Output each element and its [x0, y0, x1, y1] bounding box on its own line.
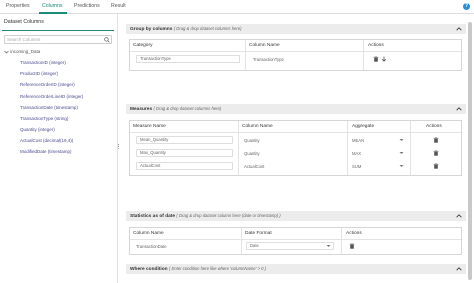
- measures-title: Measures: [130, 107, 153, 112]
- tree-item-transactiontype[interactable]: TransactionType (string): [20, 116, 68, 121]
- tab-predictions[interactable]: Predictions: [74, 3, 100, 9]
- panel-splitter-handle[interactable]: [117, 143, 120, 151]
- group-by-column-name: TransactionType: [253, 57, 284, 62]
- measures-header-actions: Actions: [426, 124, 442, 129]
- stats-table: Column Name Date Format Actions Transact…: [129, 227, 462, 255]
- chevron-up-icon[interactable]: [456, 106, 462, 112]
- group-by-header-actions: Actions: [368, 43, 384, 48]
- group-by-header-column: Column Name: [249, 43, 280, 48]
- search-input[interactable]: Search Columns: [4, 35, 112, 44]
- title-underline: [2, 30, 114, 31]
- top-tab-bar: Properties Columns Predictions Result ?: [0, 0, 474, 14]
- measure-name-input[interactable]: Max_Quantity: [136, 149, 233, 157]
- measures-header-aggregate: Aggregate: [352, 124, 375, 129]
- measure-column-name: ActualCost: [244, 164, 265, 169]
- where-title: Where condition: [130, 267, 168, 272]
- tree-item-referenceorderlineid[interactable]: ReferenceOrderLineID (integer): [20, 94, 83, 99]
- help-icon[interactable]: ?: [463, 3, 470, 10]
- stats-section-header[interactable]: Statistics as of date ( Drag & drop data…: [126, 211, 466, 221]
- tree-item-transactiondate[interactable]: TransactionDate (timestamp): [20, 105, 78, 110]
- caret-down-icon[interactable]: [399, 164, 404, 168]
- stats-hint: ( Drag & drop dataset column here (date …: [176, 213, 281, 218]
- stats-header-format: Date Format: [245, 231, 272, 236]
- tab-result[interactable]: Result: [111, 3, 126, 9]
- aggregate-select[interactable]: MEAN: [352, 138, 364, 143]
- tree-item-actualcost[interactable]: ActualCost (decimal(19,4)): [20, 138, 73, 143]
- dataset-columns-panel: Dataset Columns Search Columns incoming_…: [0, 14, 118, 283]
- where-hint: ( Enter condition here like where 'colum…: [168, 266, 267, 271]
- measure-column-name: Quantity: [244, 151, 260, 156]
- tree-root-label: incoming_Data: [10, 49, 41, 54]
- stats-column-name: TransactionDate: [136, 244, 167, 249]
- trash-icon[interactable]: [433, 137, 439, 143]
- trash-icon[interactable]: [349, 243, 355, 249]
- aggregate-select[interactable]: SUM: [352, 164, 361, 169]
- chevron-up-icon[interactable]: [456, 213, 462, 219]
- tree-item-quantity[interactable]: Quantity (integer): [20, 127, 55, 132]
- tree-item-referenceorderid[interactable]: ReferenceOrderID (integer): [20, 82, 75, 87]
- group-by-title: Group by columns: [130, 27, 173, 32]
- caret-down-icon[interactable]: [399, 138, 404, 142]
- stats-header-actions: Actions: [346, 231, 362, 236]
- group-by-table: Category Column Name Actions Transaction…: [129, 39, 462, 71]
- category-input[interactable]: TransactionType: [136, 55, 240, 63]
- measures-hint: ( Drag & drop dataset columns here): [153, 106, 222, 111]
- group-by-hint: ( Drag & drop dataset columns here): [173, 26, 242, 31]
- group-by-section-header[interactable]: Group by columns ( Drag & drop dataset c…: [126, 24, 466, 34]
- tab-properties[interactable]: Properties: [6, 3, 30, 9]
- arrow-down-icon[interactable]: [381, 56, 387, 62]
- date-format-value: Date: [250, 243, 259, 248]
- date-format-select[interactable]: Date: [246, 242, 334, 250]
- group-by-header-category: Category: [133, 43, 153, 48]
- aggregate-select[interactable]: MAX: [352, 151, 361, 156]
- where-section-header[interactable]: Where condition ( Enter condition here l…: [126, 264, 466, 274]
- measures-section-header[interactable]: Measures ( Drag & drop dataset columns h…: [126, 104, 466, 114]
- stats-title: Statistics as of date: [130, 214, 176, 219]
- trash-icon[interactable]: [373, 56, 379, 62]
- tree-item-modifieddate[interactable]: ModifiedDate (timestamp): [20, 149, 72, 154]
- stats-header-column: Column Name: [133, 231, 164, 236]
- measures-header-column: Column Name: [242, 124, 273, 129]
- chevron-up-icon[interactable]: [456, 26, 462, 32]
- caret-down-icon[interactable]: [399, 151, 404, 155]
- measure-column-name: Quantity: [244, 138, 260, 143]
- caret-down-icon[interactable]: [326, 244, 331, 248]
- measures-header-name: Measure Name: [133, 124, 166, 129]
- chevron-up-icon[interactable]: [456, 266, 462, 272]
- measures-table: Measure Name Column Name Aggregate Actio…: [129, 120, 462, 176]
- trash-icon[interactable]: [433, 163, 439, 169]
- measure-name-input[interactable]: ActualCost: [136, 162, 233, 170]
- trash-icon[interactable]: [433, 150, 439, 156]
- search-icon[interactable]: [104, 37, 110, 43]
- search-placeholder: Search Columns: [7, 37, 41, 42]
- main-scrollbar-thumb[interactable]: [468, 22, 472, 280]
- measure-name-input[interactable]: Mean_Quantity: [136, 136, 233, 144]
- chevron-down-icon[interactable]: [4, 50, 9, 54]
- tree-root-incoming-data[interactable]: incoming_Data: [4, 49, 40, 54]
- tab-columns[interactable]: Columns: [42, 3, 62, 9]
- tree-item-transactionid[interactable]: TransactionID (integer): [20, 60, 66, 65]
- tree-item-productid[interactable]: ProductID (integer): [20, 71, 58, 76]
- dataset-columns-title: Dataset Columns: [4, 19, 44, 25]
